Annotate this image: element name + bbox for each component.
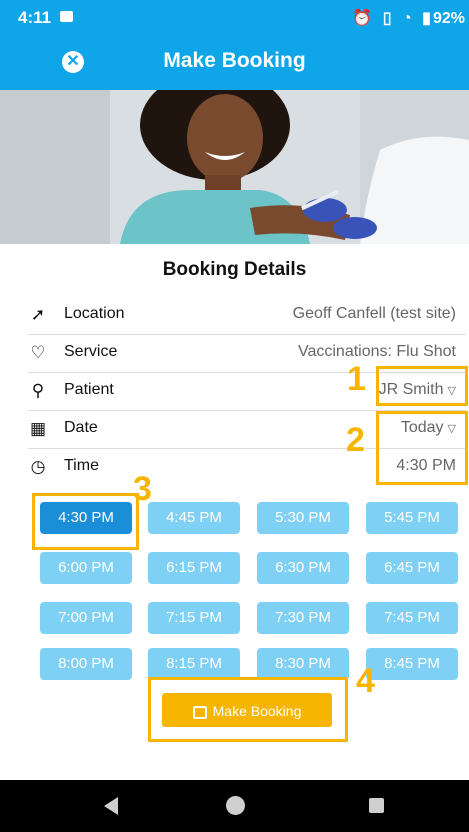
service-label: Service bbox=[64, 343, 118, 360]
status-icons: ⏰ ▯ ◔ ▮ 92% bbox=[346, 8, 465, 28]
clock-icon: ◷ bbox=[30, 457, 46, 476]
time-slot[interactable]: 5:45 PM bbox=[366, 502, 458, 534]
time-slot[interactable]: 8:00 PM bbox=[40, 648, 132, 680]
time-slot[interactable]: 8:45 PM bbox=[366, 648, 458, 680]
time-slot[interactable]: 4:45 PM bbox=[148, 502, 240, 534]
page-title: Make Booking bbox=[163, 49, 306, 72]
time-slot[interactable]: 6:45 PM bbox=[366, 552, 458, 584]
alarm-icon: ⏰ bbox=[352, 10, 373, 27]
location-label: Location bbox=[64, 305, 125, 322]
annotation-box-1 bbox=[376, 366, 468, 406]
system-nav-bar bbox=[0, 780, 469, 832]
annotation-number-2: 2 bbox=[346, 421, 365, 459]
user-icon: ⚲ bbox=[31, 381, 45, 400]
time-slot[interactable]: 7:30 PM bbox=[257, 602, 349, 634]
hero-image bbox=[0, 90, 469, 244]
heart-pulse-icon: ♡ bbox=[30, 343, 46, 362]
app-bar: ✕ Make Booking bbox=[0, 34, 469, 90]
time-slot[interactable]: 7:15 PM bbox=[148, 602, 240, 634]
date-label: Date bbox=[64, 419, 98, 436]
patient-label: Patient bbox=[64, 381, 114, 398]
status-bar: 4:11 ⏰ ▯ ◔ ▮ 92% bbox=[0, 0, 469, 34]
time-slot[interactable]: 8:30 PM bbox=[257, 648, 349, 680]
annotation-number-3: 3 bbox=[133, 470, 152, 508]
time-slot[interactable]: 7:45 PM bbox=[366, 602, 458, 634]
vibrate-icon: ▯ bbox=[382, 10, 392, 27]
annotation-box-2 bbox=[376, 411, 468, 485]
status-time: 4:11 bbox=[18, 8, 52, 27]
battery-level: 92% bbox=[432, 10, 465, 27]
time-slot[interactable]: 6:15 PM bbox=[148, 552, 240, 584]
time-label: Time bbox=[64, 457, 99, 474]
recent-apps-icon[interactable] bbox=[369, 798, 384, 813]
time-slot[interactable]: 6:00 PM bbox=[40, 552, 132, 584]
annotation-box-3 bbox=[32, 493, 139, 550]
gallery-icon bbox=[60, 11, 73, 22]
location-row[interactable]: ➚ Location Geoff Canfell (test site) bbox=[28, 296, 466, 335]
home-icon[interactable] bbox=[226, 796, 245, 815]
back-icon[interactable] bbox=[104, 797, 118, 815]
annotation-box-4 bbox=[148, 677, 348, 742]
service-value: Vaccinations: Flu Shot bbox=[297, 343, 456, 360]
battery-icon: ▮ bbox=[422, 10, 431, 27]
time-slot[interactable]: 6:30 PM bbox=[257, 552, 349, 584]
location-value: Geoff Canfell (test site) bbox=[292, 305, 456, 322]
time-slot[interactable]: 5:30 PM bbox=[257, 502, 349, 534]
location-arrow-icon: ➚ bbox=[30, 305, 46, 324]
section-title: Booking Details bbox=[162, 259, 307, 280]
time-slot[interactable]: 8:15 PM bbox=[148, 648, 240, 680]
annotation-number-1: 1 bbox=[347, 360, 366, 398]
time-slot[interactable]: 7:00 PM bbox=[40, 602, 132, 634]
annotation-number-4: 4 bbox=[356, 662, 375, 700]
wifi-icon: ◔ bbox=[402, 10, 412, 27]
calendar-icon: ▦ bbox=[29, 419, 47, 438]
